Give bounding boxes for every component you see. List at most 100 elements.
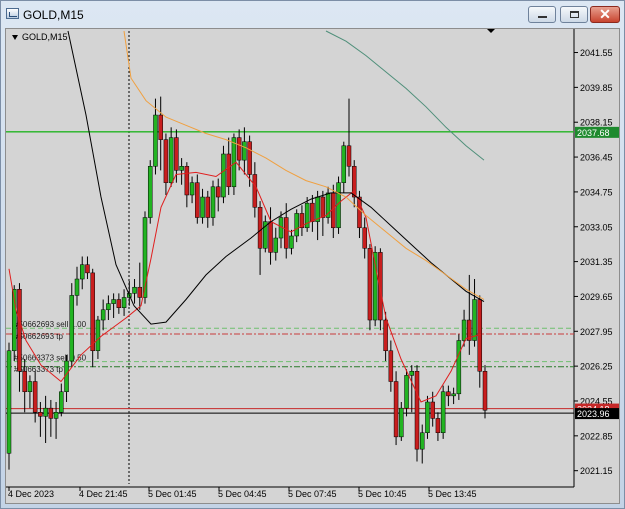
bull-candle — [419, 432, 425, 450]
bull-candle — [210, 186, 216, 218]
price-arrow-icon — [487, 29, 495, 33]
title-bar[interactable]: GOLD,M15 ✕ — [1, 1, 624, 29]
bear-candle — [393, 381, 399, 438]
bull-candle — [440, 391, 446, 434]
bull-candle — [179, 166, 184, 171]
bear-candle — [283, 217, 289, 249]
bear-candle — [85, 264, 90, 274]
bear-candle — [174, 137, 179, 171]
bull-candle — [43, 407, 48, 417]
bear-candle — [310, 202, 315, 222]
bull-candle — [147, 166, 153, 218]
bull-candle — [74, 278, 80, 296]
bear-candle — [383, 319, 388, 352]
chart-window-icon[interactable] — [6, 8, 19, 19]
bull-candle — [168, 137, 174, 183]
bull-candle — [294, 213, 299, 237]
maximize-button[interactable] — [560, 6, 588, 23]
chart-canvas[interactable]: 2041.55 2039.85 2038.15 2036.45 2034.75 2033.… — [6, 29, 619, 503]
bull-candle — [341, 145, 347, 183]
price-tag-label: 2023.96 — [577, 409, 610, 419]
y-axis-tick-label: 2036.45 — [580, 153, 613, 163]
minimize-icon — [538, 16, 547, 18]
bull-candle — [111, 299, 116, 304]
moving-average-fast-line — [8, 161, 482, 403]
bear-candle — [414, 371, 420, 450]
moving-average-slow-line — [325, 30, 485, 161]
bull-candle — [404, 375, 409, 409]
close-icon: ✕ — [599, 6, 611, 22]
x-axis-tick-label: 5 Dec 04:45 — [218, 489, 267, 499]
y-axis-tick-label: 2026.25 — [580, 362, 613, 372]
bull-candle — [289, 235, 294, 249]
y-axis-tick-label: 2034.75 — [580, 187, 613, 197]
order-label: #50662693 sell 1.00 — [14, 320, 87, 329]
bull-candle — [100, 309, 106, 321]
bear-candle — [158, 114, 163, 140]
bear-candle — [17, 289, 22, 372]
bear-candle — [22, 371, 27, 393]
bull-candle — [95, 319, 101, 352]
bull-candle — [242, 141, 247, 161]
x-axis-tick-label: 5 Dec 01:45 — [148, 489, 197, 499]
bull-candle — [106, 303, 111, 311]
bear-candle — [435, 418, 441, 434]
bull-candle — [189, 182, 195, 196]
bull-candle — [409, 371, 415, 376]
bull-candle — [461, 319, 467, 341]
bear-candle — [252, 174, 258, 208]
bear-candle — [362, 227, 367, 249]
bull-candle — [53, 412, 59, 419]
y-axis-tick-label: 2038.15 — [580, 118, 613, 128]
bull-candle — [200, 196, 205, 218]
price-tag-label: 2037.68 — [577, 128, 610, 138]
bull-candle — [273, 237, 279, 253]
x-axis-tick-label: 5 Dec 10:45 — [358, 489, 407, 499]
bear-candle — [195, 182, 200, 218]
y-axis-tick-label: 2031.35 — [580, 257, 613, 267]
y-axis-tick-label: 2029.65 — [580, 292, 613, 302]
y-axis-tick-label: 2033.05 — [580, 222, 613, 232]
bear-candle — [320, 196, 326, 218]
bear-candle — [32, 381, 38, 413]
bear-candle — [367, 248, 373, 321]
y-axis-tick-label: 2041.55 — [580, 48, 613, 58]
y-axis-tick-label: 2027.95 — [580, 327, 613, 337]
bear-candle — [446, 391, 451, 397]
bear-candle — [388, 350, 394, 382]
x-axis-tick-label: 4 Dec 2023 — [8, 489, 54, 499]
close-button[interactable]: ✕ — [590, 6, 620, 23]
bear-candle — [205, 196, 211, 218]
bear-candle — [90, 272, 95, 352]
bear-candle — [184, 166, 190, 196]
bull-candle — [472, 299, 477, 341]
minimize-button[interactable] — [528, 6, 556, 23]
bear-candle — [346, 145, 352, 167]
x-axis-tick-label: 5 Dec 07:45 — [288, 489, 337, 499]
y-axis-tick-label: 2022.85 — [580, 431, 613, 441]
bull-candle — [132, 286, 137, 294]
bear-candle — [378, 252, 383, 321]
bull-candle — [27, 381, 33, 393]
chart-window: GOLD,M15 ✕ GOLD,M15 2041.55 2039.85 2038.1… — [0, 0, 625, 509]
y-axis-tick-label: 2039.85 — [580, 83, 613, 93]
bull-candle — [221, 153, 226, 198]
bear-candle — [137, 286, 143, 298]
bull-candle — [153, 114, 158, 167]
window-title: GOLD,M15 — [23, 8, 84, 22]
bull-candle — [121, 297, 127, 308]
bear-candle — [482, 371, 488, 411]
bear-candle — [268, 221, 273, 253]
bull-candle — [451, 393, 456, 397]
bear-candle — [116, 299, 122, 308]
chart-area[interactable]: GOLD,M15 2041.55 2039.85 2038.15 2036.45 203… — [5, 28, 620, 504]
bear-candle — [215, 186, 221, 198]
bull-candle — [59, 391, 64, 413]
x-axis-tick-label: 4 Dec 21:45 — [79, 489, 128, 499]
bull-candle — [6, 350, 12, 454]
bear-candle — [357, 196, 362, 229]
bull-candle — [69, 295, 75, 362]
bull-candle — [79, 264, 85, 280]
y-axis-tick-label: 2021.15 — [580, 466, 613, 476]
bear-candle — [430, 401, 435, 419]
